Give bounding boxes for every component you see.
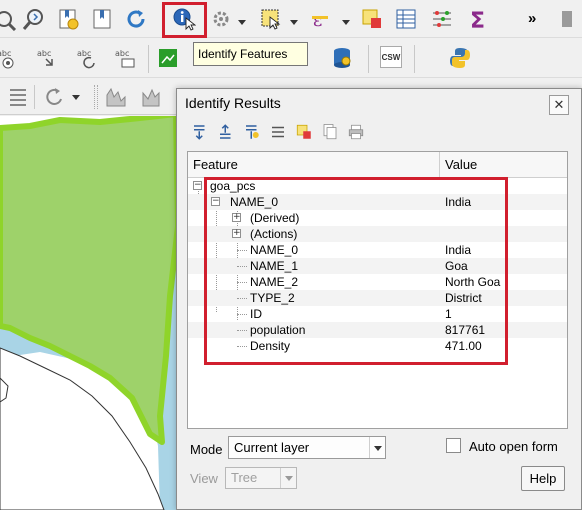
identify-tooltip: Identify Features: [193, 42, 308, 66]
python-icon[interactable]: [448, 46, 472, 70]
copy-feature-icon[interactable]: [319, 121, 341, 143]
align-icon[interactable]: [6, 85, 30, 109]
profile-icon[interactable]: [104, 85, 128, 109]
database-icon[interactable]: [330, 46, 354, 70]
close-button[interactable]: ✕: [549, 95, 569, 115]
statistics-icon[interactable]: Σ: [466, 7, 490, 31]
dialog-title: Identify Results: [185, 95, 281, 111]
tree-header: Feature Value: [188, 152, 567, 178]
rotate-label-icon[interactable]: abc: [76, 46, 100, 70]
svg-text:abc: abc: [77, 49, 91, 58]
toolbar-row-1: ε Σ »: [0, 0, 582, 38]
tool-icon[interactable]: [560, 7, 582, 31]
rotate-icon[interactable]: [42, 85, 66, 109]
expand-tree-icon[interactable]: [189, 121, 211, 143]
label-tool-icon[interactable]: abc: [0, 46, 20, 70]
chevron-down-icon: [369, 437, 385, 458]
zoom-in-icon[interactable]: [22, 7, 46, 31]
svg-text:abc: abc: [115, 49, 129, 58]
select-features-icon[interactable]: [259, 7, 283, 31]
chevron-down-icon: [280, 468, 296, 488]
rotate-dropdown-icon[interactable]: [72, 93, 80, 101]
overflow-chevron[interactable]: »: [528, 10, 536, 27]
move-label-icon[interactable]: abc: [36, 46, 60, 70]
measure-dropdown-icon[interactable]: [238, 18, 246, 26]
profile-tool-icon[interactable]: [140, 85, 164, 109]
expression-dropdown-icon[interactable]: [342, 18, 350, 26]
change-label-icon[interactable]: abc: [114, 46, 138, 70]
view-value: Tree: [231, 470, 258, 485]
select-dropdown-icon[interactable]: [290, 18, 298, 26]
clear-highlights-icon[interactable]: [293, 121, 315, 143]
feature-column-header[interactable]: Feature: [188, 152, 440, 177]
svg-text:Σ: Σ: [470, 9, 485, 31]
select-expression-icon[interactable]: ε: [310, 7, 334, 31]
raster-import-icon[interactable]: [156, 46, 180, 70]
show-bookmarks-icon[interactable]: [90, 7, 114, 31]
print-icon[interactable]: [345, 121, 367, 143]
identify-tool-highlight: [162, 2, 207, 38]
view-label: View: [190, 471, 218, 486]
svg-text:abc: abc: [0, 49, 11, 58]
results-highlight-box: [204, 177, 508, 365]
mode-label: Mode: [190, 442, 223, 457]
csw-icon[interactable]: CSW: [380, 46, 402, 68]
collapse-layer-icon[interactable]: −: [193, 181, 202, 190]
svg-text:abc: abc: [37, 49, 51, 58]
pan-map-icon[interactable]: [0, 7, 18, 31]
mode-value: Current layer: [234, 440, 310, 455]
value-column-header[interactable]: Value: [440, 152, 566, 177]
csw-label: CSW: [381, 52, 401, 62]
view-select: Tree: [225, 467, 297, 489]
field-calculator-icon[interactable]: [430, 7, 454, 31]
auto-open-label: Auto open form: [469, 439, 558, 454]
measure-icon[interactable]: [210, 7, 234, 31]
refresh-icon[interactable]: [124, 7, 148, 31]
clear-results-icon[interactable]: [267, 121, 289, 143]
attribute-table-icon[interactable]: [394, 7, 418, 31]
collapse-tree-icon[interactable]: [215, 121, 237, 143]
svg-text:ε: ε: [313, 10, 322, 31]
help-button[interactable]: Help: [521, 466, 565, 491]
new-bookmark-icon[interactable]: [56, 7, 80, 31]
deselect-icon[interactable]: [360, 7, 384, 31]
auto-open-checkbox[interactable]: [446, 438, 461, 453]
expand-new-results-icon[interactable]: [241, 121, 263, 143]
mode-select[interactable]: Current layer: [228, 436, 386, 459]
